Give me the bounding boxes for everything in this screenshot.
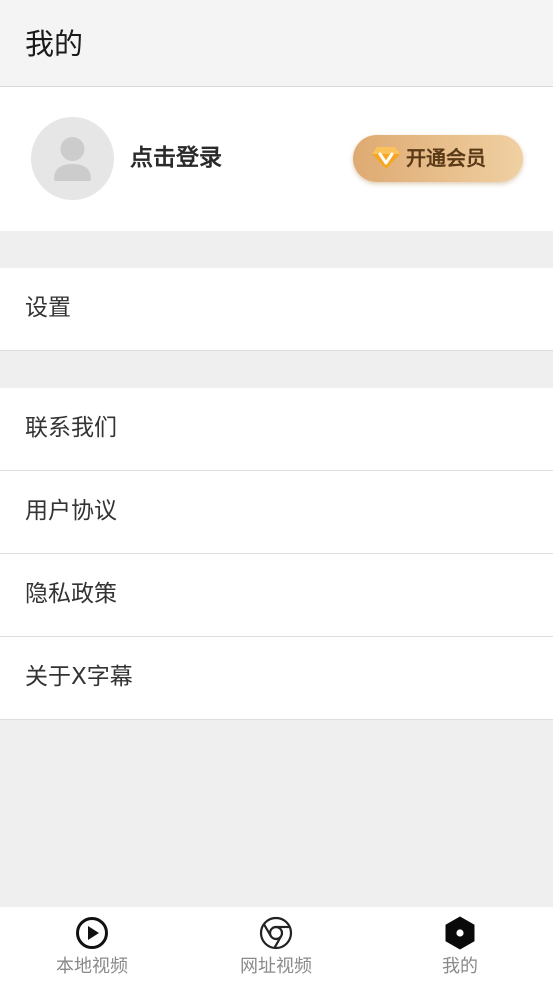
login-link[interactable]: 点击登录 (130, 143, 222, 173)
menu-item-label: 联系我们 (25, 415, 117, 441)
play-circle-icon (74, 915, 110, 955)
open-vip-button[interactable]: 开通会员 (353, 135, 523, 182)
profile-card: 点击登录 开通会员 (0, 87, 553, 231)
menu-item-user-agreement[interactable]: 用户协议 (0, 471, 553, 554)
hexagon-icon (442, 915, 478, 955)
menu-item-contact-us[interactable]: 联系我们 (0, 388, 553, 471)
page-title: 我的 (25, 27, 84, 61)
tab-label: 本地视频 (56, 956, 128, 977)
browser-icon (258, 915, 294, 955)
menu-item-settings[interactable]: 设置 (0, 268, 553, 351)
diamond-v-icon (371, 146, 401, 174)
tab-url-video[interactable]: 网址视频 (184, 907, 368, 984)
tab-label: 网址视频 (240, 956, 312, 977)
bottom-tab-bar: 本地视频 网址视频 我的 (0, 907, 553, 984)
open-vip-label: 开通会员 (406, 146, 486, 170)
menu-item-about[interactable]: 关于X字幕 (0, 637, 553, 720)
tab-label: 我的 (442, 956, 478, 977)
menu-item-label: 设置 (25, 295, 71, 321)
menu-item-label: 隐私政策 (25, 581, 117, 607)
tab-mine[interactable]: 我的 (368, 907, 552, 984)
menu-item-label: 用户协议 (25, 498, 117, 524)
user-avatar-icon[interactable] (31, 117, 114, 200)
menu-item-privacy-policy[interactable]: 隐私政策 (0, 554, 553, 637)
top-bar: 我的 (0, 0, 553, 87)
menu-item-label: 关于X字幕 (25, 664, 133, 690)
tab-local-video[interactable]: 本地视频 (0, 907, 184, 984)
